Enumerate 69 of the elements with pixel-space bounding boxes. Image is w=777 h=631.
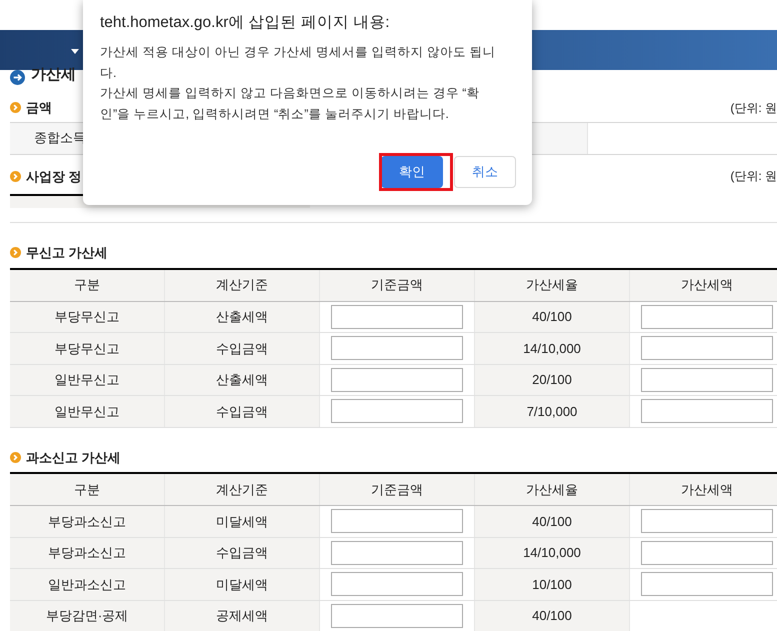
input-field[interactable]: [331, 572, 463, 596]
table-cell: 40/100: [475, 302, 630, 332]
input-field[interactable]: [331, 399, 463, 424]
table-cell: 14/10,000: [475, 538, 630, 568]
input-field[interactable]: [641, 368, 773, 392]
table-cell: 7/10,000: [475, 396, 630, 426]
input-field[interactable]: [331, 509, 463, 534]
table-cell: 부당과소신고: [10, 538, 165, 568]
input-field[interactable]: [331, 336, 463, 360]
message-text: 가산세 적용 대상이 아닌 경우 가산세 명세서를 입력하지 않아도 됩니: [100, 44, 496, 62]
table-cell: 수입금액: [165, 396, 320, 426]
caret-icon[interactable]: [71, 48, 79, 54]
section-title: 금액: [26, 99, 52, 117]
input-field[interactable]: [641, 509, 773, 534]
page-title: 가산세: [31, 66, 76, 82]
table-cell: 일반무신고: [10, 396, 165, 426]
table-cell: 10/100: [475, 569, 630, 600]
column-header: 가산세액: [630, 474, 777, 505]
section-title: 과소신고 가산세: [26, 448, 121, 466]
message-text: 가산세 명세를 입력하지 않고 다음화면으로 이동하시려는 경우 “확: [100, 85, 480, 102]
table-cell: 일반과소신고: [10, 569, 165, 600]
column-header: 계산기준: [165, 270, 320, 300]
message-text: 인”을 누르시고, 입력하시려면 “취소”를 눌러주시기 바랍니다.: [100, 106, 450, 123]
unit-label: (단위: 원: [730, 100, 777, 117]
column-header: 구분: [10, 474, 165, 505]
table-cell: 부당과소신고: [10, 506, 165, 536]
table-cell: 20/100: [475, 364, 630, 395]
table-cell: 부당감면·공제: [10, 600, 165, 631]
table-cell: 미달세액: [165, 506, 320, 536]
section-title: 사업장 정: [26, 168, 82, 186]
table-cell: 수입금액: [165, 538, 320, 568]
column-header: 가산세액: [630, 270, 777, 300]
bullet-icon: [10, 452, 21, 463]
column-header: 가산세율: [475, 474, 630, 505]
table-cell: 수입금액: [165, 333, 320, 364]
table-cell: 부당무신고: [10, 302, 165, 332]
column-header: 구분: [10, 270, 165, 300]
input-field[interactable]: [641, 336, 773, 360]
ok-button[interactable]: 확인: [381, 156, 443, 188]
table-cell: 일반무신고: [10, 364, 165, 395]
input-field[interactable]: [641, 304, 773, 329]
table-cell: 부당무신고: [10, 333, 165, 364]
table-cell: 산출세액: [165, 302, 320, 332]
column-header: 가산세율: [475, 270, 630, 300]
table-cell: 40/100: [475, 506, 630, 536]
section-title: 무신고 가산세: [26, 244, 108, 262]
cancel-button[interactable]: 취소: [454, 156, 516, 188]
bullet-icon: [10, 102, 21, 114]
table-cell: 미달세액: [165, 569, 320, 600]
table-cell: 40/100: [475, 600, 630, 631]
table-cell: 공제세액: [165, 600, 320, 631]
input-field[interactable]: [331, 540, 463, 565]
table-cell: 14/10,000: [475, 333, 630, 364]
dialog-title: teht.hometax.go.kr에 삽입된 페이지 내용:: [100, 13, 391, 33]
input-field[interactable]: [641, 540, 773, 565]
bullet-icon: [10, 247, 21, 258]
input-field[interactable]: [641, 572, 773, 596]
input-field[interactable]: [331, 604, 463, 628]
input-field[interactable]: [331, 368, 463, 392]
message-text: 다.: [100, 64, 118, 82]
column-header: 기준금액: [320, 270, 475, 300]
table-cell: 산출세액: [165, 364, 320, 395]
bullet-icon: [10, 170, 21, 182]
column-header: 기준금액: [320, 474, 475, 505]
arrow-circle-icon: [10, 70, 25, 84]
input-field[interactable]: [641, 399, 773, 424]
column-header: 계산기준: [165, 474, 320, 505]
unit-label: (단위: 원: [730, 168, 777, 186]
input-field[interactable]: [331, 304, 463, 329]
